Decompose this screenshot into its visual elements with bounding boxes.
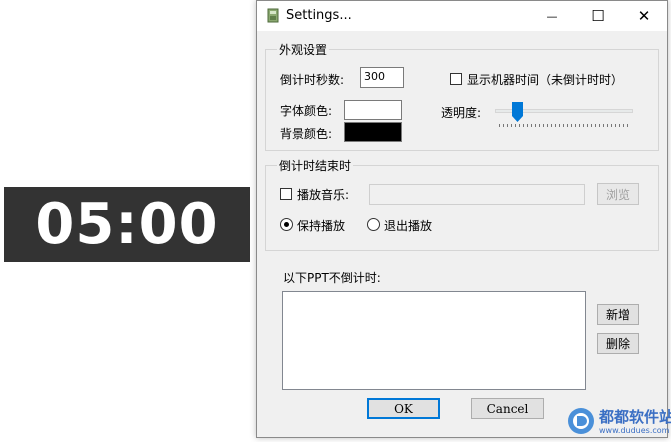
end-action-group <box>265 165 659 251</box>
exclude-list[interactable] <box>282 291 586 390</box>
seconds-input[interactable]: 300 <box>360 67 404 88</box>
font-color-label: 字体颜色: <box>280 104 333 118</box>
play-music-checkbox[interactable] <box>280 188 292 200</box>
watermark-logo-icon <box>568 408 594 434</box>
maximize-icon: ☐ <box>591 7 605 25</box>
show-machine-time-label[interactable]: 显示机器时间（未倒计时时） <box>467 71 623 88</box>
window-title: Settings... <box>286 8 352 23</box>
exit-playing-label[interactable]: 退出播放 <box>384 217 432 234</box>
app-icon <box>267 8 279 23</box>
browse-button[interactable]: 浏览 <box>597 183 639 205</box>
minimize-button[interactable]: — <box>529 1 575 31</box>
keep-playing-label[interactable]: 保持播放 <box>297 217 345 234</box>
play-music-label[interactable]: 播放音乐: <box>297 186 349 203</box>
opacity-slider-thumb[interactable] <box>511 102 523 122</box>
seconds-label: 倒计时秒数: <box>280 73 345 87</box>
end-action-group-label: 倒计时结束时 <box>277 157 354 174</box>
delete-button[interactable]: 删除 <box>597 333 639 354</box>
maximize-button[interactable]: ☐ <box>575 1 621 31</box>
watermark: 都都软件站 www.dudues.com <box>566 404 671 440</box>
music-path-input[interactable] <box>369 184 585 205</box>
opacity-slider-ticks <box>499 124 629 127</box>
watermark-url: www.dudues.com <box>599 426 670 435</box>
bg-color-label: 背景颜色: <box>280 127 333 141</box>
bg-color-swatch[interactable] <box>344 122 402 142</box>
exclude-list-label: 以下PPT不倒计时: <box>283 271 381 285</box>
show-machine-time-checkbox[interactable] <box>450 73 462 85</box>
close-icon: ✕ <box>637 7 651 25</box>
appearance-group-label: 外观设置 <box>277 41 330 58</box>
close-button[interactable]: ✕ <box>621 1 667 31</box>
opacity-label: 透明度: <box>441 106 482 120</box>
cancel-button[interactable]: Cancel <box>471 398 544 419</box>
settings-window: Settings... — ☐ ✕ 外观设置 倒计时秒数: 300 显示机器时间… <box>256 0 668 438</box>
countdown-display: 05:00 <box>4 187 250 262</box>
exit-playing-radio[interactable] <box>367 218 380 231</box>
minimize-icon: — <box>546 9 558 23</box>
countdown-time: 05:00 <box>35 191 219 257</box>
ok-button[interactable]: OK <box>367 398 440 419</box>
title-bar[interactable]: Settings... — ☐ ✕ <box>257 1 667 31</box>
watermark-text: 都都软件站 <box>599 408 671 426</box>
add-button[interactable]: 新增 <box>597 304 639 325</box>
font-color-swatch[interactable] <box>344 100 402 120</box>
keep-playing-radio[interactable] <box>280 218 293 231</box>
